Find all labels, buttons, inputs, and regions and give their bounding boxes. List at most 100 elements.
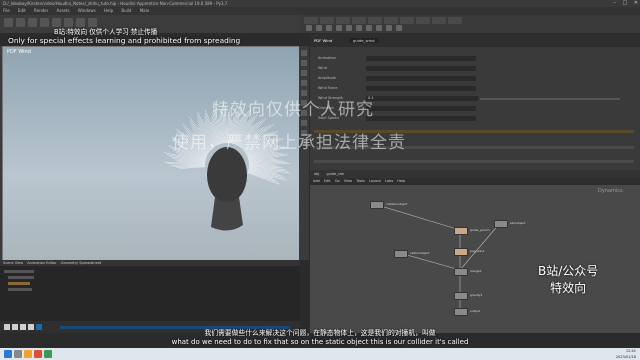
clock-date: 2023/01/18 [615, 355, 636, 359]
shelf-tab[interactable] [320, 17, 334, 24]
display-option-icon[interactable] [301, 70, 307, 76]
watermark-en: Only for special effects learning and pr… [8, 36, 241, 45]
network-tabs: obj guide_sim [310, 170, 640, 178]
shelf-tab[interactable] [400, 17, 414, 24]
wind-strength-slider[interactable] [480, 98, 620, 100]
parameter-header: PDF Wind guide_wind [310, 34, 640, 47]
shelf-tool-icon[interactable] [336, 25, 342, 31]
menu-assets[interactable]: Assets [57, 8, 70, 13]
minimize-button[interactable]: – [613, 0, 616, 6]
network-editor[interactable]: collisionobject guide_groom skinobject vell… [310, 185, 640, 333]
tab-obj[interactable]: obj [314, 172, 319, 176]
shelf-tool-icon[interactable] [366, 25, 372, 31]
shelf-tab[interactable] [336, 17, 350, 24]
shelf-tool-icon[interactable] [356, 25, 362, 31]
shelf-tool-icon[interactable] [396, 25, 402, 31]
menu-build[interactable]: Build [121, 8, 131, 13]
window-title-bar: D:/_Ideabay/Kirsten/video/Houdini_Notes/… [0, 0, 640, 7]
network-node-label: pop_wind [470, 249, 485, 253]
scene-viewport[interactable]: PDF Wind [2, 46, 300, 262]
shelf-tab[interactable] [352, 17, 366, 24]
param-field[interactable] [366, 116, 476, 121]
param-field[interactable] [366, 66, 476, 71]
net-menu-add[interactable]: Add [313, 179, 320, 183]
net-menu-layout[interactable]: Layout [369, 179, 381, 183]
houdini-app-icon[interactable] [34, 350, 42, 358]
net-menu-labs[interactable]: Labs [385, 179, 393, 183]
shelf-tab[interactable] [384, 17, 398, 24]
network-node[interactable] [394, 250, 408, 258]
menu-windows[interactable]: Windows [78, 8, 96, 13]
side-watermark-line1: B站/公众号 [538, 264, 599, 278]
side-watermark: B站/公众号 特效向 [538, 263, 598, 297]
network-node[interactable] [454, 227, 468, 235]
network-node[interactable] [454, 268, 468, 276]
window-controls: – □ ✕ [613, 0, 638, 7]
window-title: D:/_Ideabay/Kirsten/video/Houdini_Notes/… [3, 1, 228, 6]
network-node[interactable] [370, 201, 384, 209]
wind-strength-field[interactable]: 0.1 [366, 96, 478, 101]
browser-icon[interactable] [44, 350, 52, 358]
net-menu-tools[interactable]: Tools [356, 179, 365, 183]
display-option-icon[interactable] [301, 80, 307, 86]
net-menu-edit[interactable]: Edit [324, 179, 331, 183]
network-menu: Add Edit Go View Tools Layout Labs Help [310, 178, 640, 185]
shelf-tab[interactable] [448, 17, 462, 24]
shelf-tool-icon[interactable] [316, 25, 322, 31]
net-menu-go[interactable]: Go [335, 179, 340, 183]
watermark-overlay-1: 特效向仅供个人研究 [212, 100, 374, 120]
tree-rows [4, 270, 34, 291]
shelf-tool-icon[interactable] [376, 25, 382, 31]
network-node[interactable] [454, 308, 468, 316]
param-field[interactable] [366, 56, 476, 61]
watermark-zh: B站:特效向 仅供个人学习 禁止传播 [54, 28, 158, 36]
menu-edit[interactable]: Edit [18, 8, 26, 13]
network-node[interactable] [454, 248, 468, 256]
parameter-folder-divider [314, 160, 634, 163]
maximize-button[interactable]: □ [622, 0, 627, 6]
shelf-tool-icon[interactable] [306, 25, 312, 31]
search-icon[interactable] [14, 350, 22, 358]
net-menu-help[interactable]: Help [397, 179, 405, 183]
shelf-tool-icon[interactable] [40, 18, 49, 27]
display-option-icon[interactable] [301, 120, 307, 126]
network-node[interactable] [454, 292, 468, 300]
close-button[interactable]: ✕ [634, 0, 638, 6]
shelf-tab[interactable] [432, 17, 446, 24]
hair-model-render [164, 104, 291, 231]
shelf-tool-icon[interactable] [346, 25, 352, 31]
node-name-field[interactable]: guide_wind [350, 38, 378, 43]
network-context-label: Dynamics [598, 188, 623, 194]
shelf-tab[interactable] [416, 17, 430, 24]
shelf-tab[interactable] [368, 17, 382, 24]
param-field[interactable] [366, 76, 476, 81]
subtitle-english: what do we need to do to fix that so on … [171, 338, 469, 346]
param-field[interactable] [366, 106, 476, 111]
tab-scene-view[interactable]: Scene View [3, 261, 23, 265]
param-field[interactable] [366, 86, 476, 91]
network-node-label: gravity1 [470, 293, 483, 297]
file-explorer-icon[interactable] [24, 350, 32, 358]
shelf-tab[interactable] [304, 17, 318, 24]
scene-tree-panel[interactable] [0, 266, 300, 321]
shelf-tool-icon[interactable] [386, 25, 392, 31]
tab-guide-sim[interactable]: guide_sim [326, 172, 344, 176]
start-menu-icon[interactable] [4, 350, 12, 358]
net-menu-view[interactable]: View [344, 179, 352, 183]
display-option-icon[interactable] [301, 50, 307, 56]
menu-file[interactable]: File [3, 8, 10, 13]
tab-geometry-spreadsheet[interactable]: Geometry Spreadsheet [61, 261, 102, 265]
param-label: Wind [318, 66, 327, 70]
network-node-label: skinobject [510, 221, 526, 225]
shelf-tool-icon[interactable] [326, 25, 332, 31]
menu-help[interactable]: Help [104, 8, 113, 13]
menu-render[interactable]: Render [34, 8, 48, 13]
menu-main[interactable]: Main [140, 8, 150, 13]
os-taskbar: 12:41 2023/01/18 [0, 348, 640, 360]
tab-animation-editor[interactable]: Animation Editor [27, 261, 56, 265]
shelf-tool-icon[interactable] [28, 18, 37, 27]
shelf-tool-icon[interactable] [4, 18, 13, 27]
display-option-icon[interactable] [301, 60, 307, 66]
network-node[interactable] [494, 220, 508, 228]
shelf-tool-icon[interactable] [16, 18, 25, 27]
